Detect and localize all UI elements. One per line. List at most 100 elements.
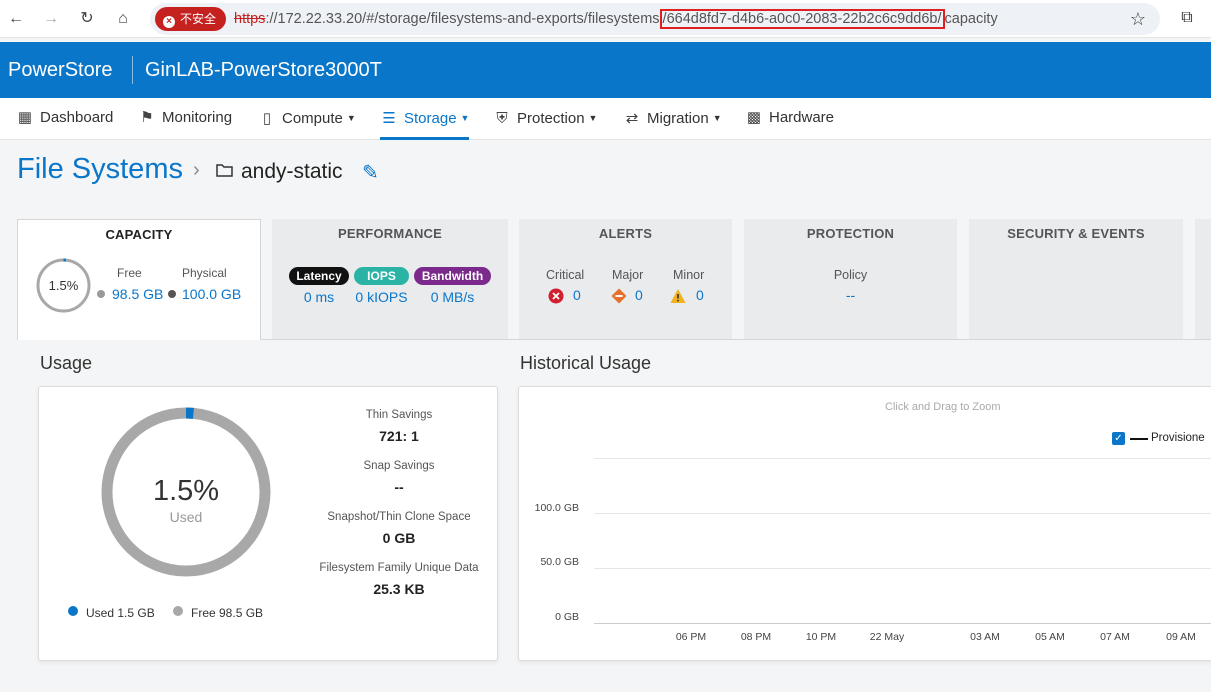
gridline (594, 458, 1211, 459)
back-icon[interactable]: ← (5, 8, 27, 30)
snap-savings-value: -- (394, 479, 404, 495)
forward-icon[interactable]: → (40, 8, 62, 30)
nav-compute[interactable]: ▯ Compute ▼ (258, 98, 356, 140)
major-value: 0 (635, 287, 643, 303)
snap-savings-label: Snap Savings (363, 460, 435, 472)
address-bar[interactable]: × 不安全 https://172.22.33.20/#/storage/file… (150, 3, 1160, 35)
nav-hardware-label: Hardware (769, 109, 835, 126)
critical-icon (548, 288, 564, 304)
tab-overflow[interactable] (1195, 219, 1211, 339)
tab-security-events[interactable]: SECURITY & EVENTS (969, 219, 1183, 339)
tab-alerts[interactable]: ALERTS Critical 0 Major 0 Minor 0 (519, 219, 732, 339)
url-path: ://172.22.33.20/#/storage/filesystems-an… (265, 11, 660, 27)
tab-performance[interactable]: PERFORMANCE Latency IOPS Bandwidth 0 ms … (272, 219, 508, 339)
url-tail: capacity (944, 11, 998, 27)
hardware-icon: ▩ (746, 109, 762, 126)
url-text[interactable]: https://172.22.33.20/#/storage/filesyste… (234, 3, 998, 35)
snapshot-space-value: 0 GB (382, 530, 416, 546)
legend-used: Used 1.5 GB (86, 606, 155, 620)
nav-monitoring[interactable]: ⚑ Monitoring (138, 98, 232, 140)
main-nav: ▦ Dashboard ⚑ Monitoring ▯ Compute ▼ ☰ Storag… (0, 98, 1211, 140)
tab-security-title: SECURITY & EVENTS (1007, 226, 1145, 241)
security-badge[interactable]: × 不安全 (155, 7, 227, 31)
tab-capacity[interactable]: CAPACITY 1.5% Free 98.5 GB Physical 100.… (17, 219, 261, 340)
thin-savings-value: 721: 1 (379, 428, 419, 444)
iops-value: 0 kIOPS (355, 289, 408, 305)
physical-dot (168, 290, 176, 298)
y-tick-label: 0 GB (555, 611, 579, 623)
series-checkbox[interactable]: ✓ (1112, 432, 1125, 445)
y-tick-label: 100.0 GB (534, 502, 579, 514)
chevron-down-icon: ▼ (588, 113, 598, 123)
major-label: Major (612, 268, 644, 282)
security-label: 不安全 (180, 12, 217, 26)
iops-pill: IOPS (354, 267, 409, 285)
flag-icon: ⚑ (140, 109, 154, 126)
bandwidth-pill: Bandwidth (414, 267, 491, 285)
x-tick-label: 09 AM (1166, 631, 1196, 643)
chevron-down-icon: ▼ (346, 113, 356, 123)
database-icon: ☰ (382, 110, 396, 127)
legend-used-dot (68, 606, 78, 616)
minor-warning-icon (670, 289, 686, 303)
x-tick-label: 22 May (869, 631, 905, 643)
url-highlighted-id: /664d8fd7-d4b6-a0c0-2083-22b2c6c9dd6b/ (659, 9, 945, 29)
unique-data-label: Filesystem Family Unique Data (319, 562, 479, 574)
folder-icon (216, 164, 233, 177)
usage-used-label: Used (169, 509, 203, 525)
policy-label: Policy (833, 268, 868, 282)
chevron-down-icon: ▼ (712, 113, 722, 123)
tab-protection[interactable]: PROTECTION Policy -- (744, 219, 957, 339)
nav-compute-label: Compute (282, 110, 343, 127)
home-icon[interactable]: ⌂ (112, 8, 134, 30)
nav-protection[interactable]: ⛨ Protection ▼ (493, 98, 597, 140)
system-name: GinLAB-PowerStore3000T (145, 59, 382, 81)
snapshot-space-label: Snapshot/Thin Clone Space (327, 511, 471, 523)
dashboard-icon: ▦ (17, 109, 33, 126)
breadcrumb-file-systems[interactable]: File Systems (17, 153, 183, 186)
legend-free: Free 98.5 GB (191, 606, 264, 620)
zoom-hint: Click and Drag to Zoom (885, 401, 1001, 413)
x-tick-label: 03 AM (970, 631, 1000, 643)
url-scheme: https (234, 11, 266, 27)
extensions-icon[interactable]: ⧉ (1176, 7, 1198, 29)
nav-protection-label: Protection (517, 110, 585, 127)
minor-value: 0 (696, 287, 704, 303)
app-header: PowerStore GinLAB-PowerStore3000T (0, 42, 1211, 98)
x-tick-label: 07 AM (1100, 631, 1130, 643)
free-label: Free (117, 266, 142, 280)
shield-icon: ⛨ (496, 110, 508, 127)
nav-storage[interactable]: ☰ Storage ▼ (380, 98, 470, 140)
critical-label: Critical (546, 268, 585, 282)
nav-dashboard[interactable]: ▦ Dashboard (16, 98, 113, 140)
tab-capacity-title: CAPACITY (105, 227, 173, 242)
series-name: Provisione (1151, 432, 1205, 444)
usage-percent: 1.5% (152, 475, 220, 507)
bandwidth-value: 0 MB/s (430, 289, 475, 305)
header-divider (132, 56, 133, 84)
x-tick-label: 05 AM (1035, 631, 1065, 643)
nav-migration[interactable]: ⇄ Migration ▼ (623, 98, 722, 140)
brand-title[interactable]: PowerStore (8, 42, 113, 98)
free-value: 98.5 GB (112, 286, 164, 302)
usage-card: 1.5% Used Thin Savings 721: 1 Snap Savin… (38, 386, 498, 661)
historical-usage-card[interactable]: Click and Drag to Zoom ✓ Provisione 100.… (518, 386, 1211, 661)
unique-data-value: 25.3 KB (373, 581, 425, 597)
bookmark-star-icon[interactable]: ☆ (1130, 3, 1146, 35)
nav-hardware[interactable]: ▩ Hardware (745, 98, 834, 140)
physical-label: Physical (182, 266, 227, 280)
nav-storage-label: Storage (404, 110, 457, 127)
x-tick-label: 08 PM (740, 631, 772, 643)
reload-icon[interactable]: ↻ (76, 8, 98, 30)
tab-performance-title: PERFORMANCE (337, 226, 443, 241)
nav-monitoring-label: Monitoring (162, 109, 233, 126)
major-icon (611, 288, 627, 304)
not-secure-icon: × (163, 16, 175, 28)
nav-migration-label: Migration (647, 110, 709, 127)
legend-free-dot (173, 606, 183, 616)
edit-pencil-icon[interactable]: ✎ (362, 160, 379, 185)
free-dot (97, 290, 105, 298)
y-tick-label: 50.0 GB (540, 556, 579, 568)
migration-icon: ⇄ (625, 110, 639, 127)
latency-pill: Latency (289, 267, 349, 285)
